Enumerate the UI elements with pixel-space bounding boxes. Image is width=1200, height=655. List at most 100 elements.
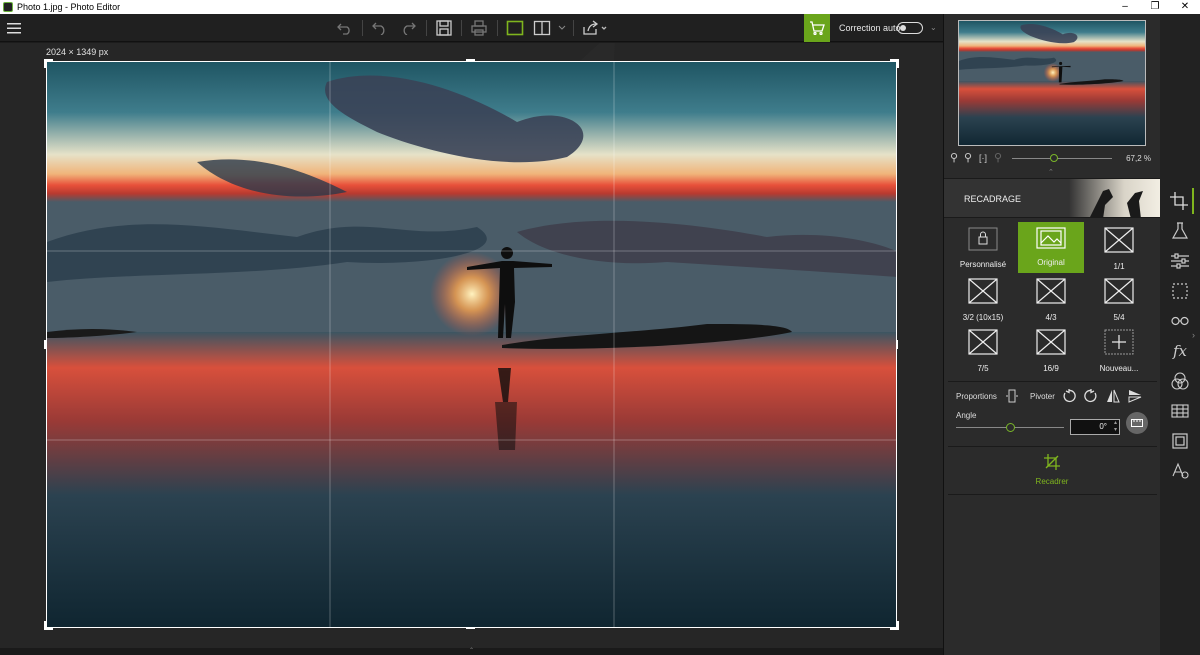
zoom-slider-track[interactable]	[1012, 158, 1112, 159]
texture-icon[interactable]	[1166, 398, 1194, 424]
crop-handle-left[interactable]	[44, 340, 46, 349]
actual-size-icon[interactable]: ⚲	[994, 152, 1006, 164]
crop-handle-bottom-right[interactable]	[890, 621, 899, 630]
cart-icon[interactable]	[804, 14, 830, 42]
image-canvas: 2024 × 1349 px	[0, 43, 943, 648]
ratio-option[interactable]: Original	[1018, 222, 1084, 273]
ratio-icon	[968, 278, 998, 309]
crop-handle-bottom[interactable]	[466, 627, 475, 629]
image-size-label: 2024 × 1349 px	[46, 47, 109, 57]
fit-screen-icon[interactable]: [·]	[979, 152, 991, 164]
rotate-label: Pivoter	[1030, 392, 1055, 401]
filmstrip-toggle[interactable]: ⌃	[0, 648, 943, 655]
print-icon[interactable]	[468, 17, 490, 39]
sliders-icon[interactable]	[1166, 248, 1194, 274]
crop-icon[interactable]	[1166, 188, 1194, 214]
undo-icon[interactable]	[369, 17, 391, 39]
frame-icon[interactable]	[1166, 428, 1194, 454]
maximize-button[interactable]: ❐	[1140, 0, 1170, 14]
auto-correct-toggle[interactable]	[897, 22, 923, 34]
crop-handle-right[interactable]	[896, 340, 898, 349]
lock-icon	[968, 227, 998, 256]
split-view-icon[interactable]	[531, 17, 553, 39]
selection-icon[interactable]	[1166, 278, 1194, 304]
flask-icon[interactable]	[1166, 218, 1194, 244]
single-view-icon[interactable]	[504, 17, 526, 39]
crop-handle-top-right[interactable]	[890, 59, 899, 68]
flip-vertical-icon[interactable]	[1128, 389, 1142, 403]
crop-handle-top-left[interactable]	[44, 59, 53, 68]
navigator-thumbnail[interactable]	[958, 20, 1146, 146]
ratio-label: 5/4	[1113, 313, 1125, 322]
save-icon[interactable]	[433, 17, 455, 39]
ratio-label: 7/5	[977, 364, 989, 373]
ratio-option[interactable]: 7/5	[950, 324, 1016, 375]
tool-strip: fx ›	[1160, 14, 1200, 655]
photo-image[interactable]	[46, 61, 897, 628]
angle-label: Angle	[956, 411, 977, 420]
crop-apply-button[interactable]: Recadrer	[1024, 454, 1080, 486]
minimize-button[interactable]: –	[1110, 0, 1140, 14]
crop-apply-label: Recadrer	[1035, 477, 1069, 486]
fx-icon[interactable]: fx	[1166, 338, 1194, 364]
main-toolbar: Correction auto ⌄	[0, 14, 943, 42]
crop-handle-bottom-left[interactable]	[44, 621, 53, 630]
ratio-label: 1/1	[1113, 262, 1125, 271]
chevron-down-icon[interactable]: ⌄	[930, 23, 937, 32]
proportions-label: Proportions	[956, 392, 997, 401]
redo-icon[interactable]	[397, 17, 419, 39]
collapse-navigator-icon[interactable]: ⌃	[1048, 168, 1054, 176]
original-icon	[1036, 227, 1066, 254]
zoom-in-icon[interactable]: ⚲	[964, 152, 976, 164]
ratio-option[interactable]: Personnalisé	[950, 222, 1016, 273]
zoom-value: 67,2 %	[1126, 154, 1151, 163]
angle-value: 0°	[1099, 422, 1107, 431]
color-circles-icon[interactable]	[1166, 368, 1194, 394]
ratio-label: Original	[1037, 258, 1065, 267]
ratio-label: Nouveau...	[1099, 364, 1139, 373]
proportions-icon[interactable]	[1006, 389, 1018, 403]
app-icon	[3, 2, 13, 12]
crop-apply-icon	[1044, 454, 1060, 470]
glasses-icon[interactable]	[1166, 308, 1194, 334]
undo-history-icon[interactable]	[334, 17, 356, 39]
angle-stepper-icon[interactable]: ▴ ▾	[1114, 420, 1117, 434]
text-icon[interactable]	[1166, 458, 1194, 484]
ratio-icon	[1036, 329, 1066, 360]
angle-input[interactable]: 0° ▴ ▾	[1070, 419, 1120, 435]
flip-horizontal-icon[interactable]	[1106, 389, 1120, 403]
auto-correct-label: Correction auto	[839, 23, 901, 33]
ratio-option[interactable]: 16/9	[1018, 324, 1084, 375]
zoom-slider-knob[interactable]	[1050, 154, 1058, 162]
window-title: Photo 1.jpg - Photo Editor	[17, 2, 121, 12]
proportion-rotate-row: Proportions Pivoter	[956, 389, 1156, 405]
ratio-option[interactable]: 4/3	[1018, 273, 1084, 324]
ratio-label: 3/2 (10x15)	[962, 313, 1004, 322]
ratio-label: 16/9	[1043, 364, 1059, 373]
rotate-left-icon[interactable]	[1062, 389, 1076, 403]
view-dropdown-chevron-icon[interactable]	[556, 17, 568, 39]
angle-slider-knob[interactable]	[1006, 423, 1015, 432]
ratio-option[interactable]: 1/1	[1086, 222, 1152, 273]
ratio-icon	[968, 329, 998, 360]
ratio-option[interactable]: 5/4	[1086, 273, 1152, 324]
ratio-icon	[1104, 227, 1134, 258]
ratio-icon	[1036, 278, 1066, 309]
ratio-option[interactable]: Nouveau...	[1086, 324, 1152, 375]
expand-panel-icon[interactable]: ›	[1192, 330, 1195, 340]
straighten-icon[interactable]	[1126, 412, 1148, 434]
rotate-right-icon[interactable]	[1084, 389, 1098, 403]
crop-section-header: RECADRAGE	[944, 178, 1161, 218]
close-button[interactable]: ✕	[1170, 0, 1200, 14]
ratio-label: 4/3	[1045, 313, 1057, 322]
title-bar: Photo 1.jpg - Photo Editor – ❐ ✕	[0, 0, 1200, 14]
crop-section-title: RECADRAGE	[964, 194, 1022, 204]
zoom-controls: ⚲ ⚲ [·] ⚲ 67,2 %	[950, 152, 1155, 166]
share-icon[interactable]	[581, 17, 609, 39]
zoom-out-icon[interactable]: ⚲	[950, 152, 962, 164]
menu-icon[interactable]	[3, 17, 25, 39]
window-controls: – ❐ ✕	[1110, 0, 1200, 14]
crop-handle-top[interactable]	[466, 59, 475, 61]
ratio-option[interactable]: 3/2 (10x15)	[950, 273, 1016, 324]
ratio-label: Personnalisé	[959, 260, 1007, 269]
